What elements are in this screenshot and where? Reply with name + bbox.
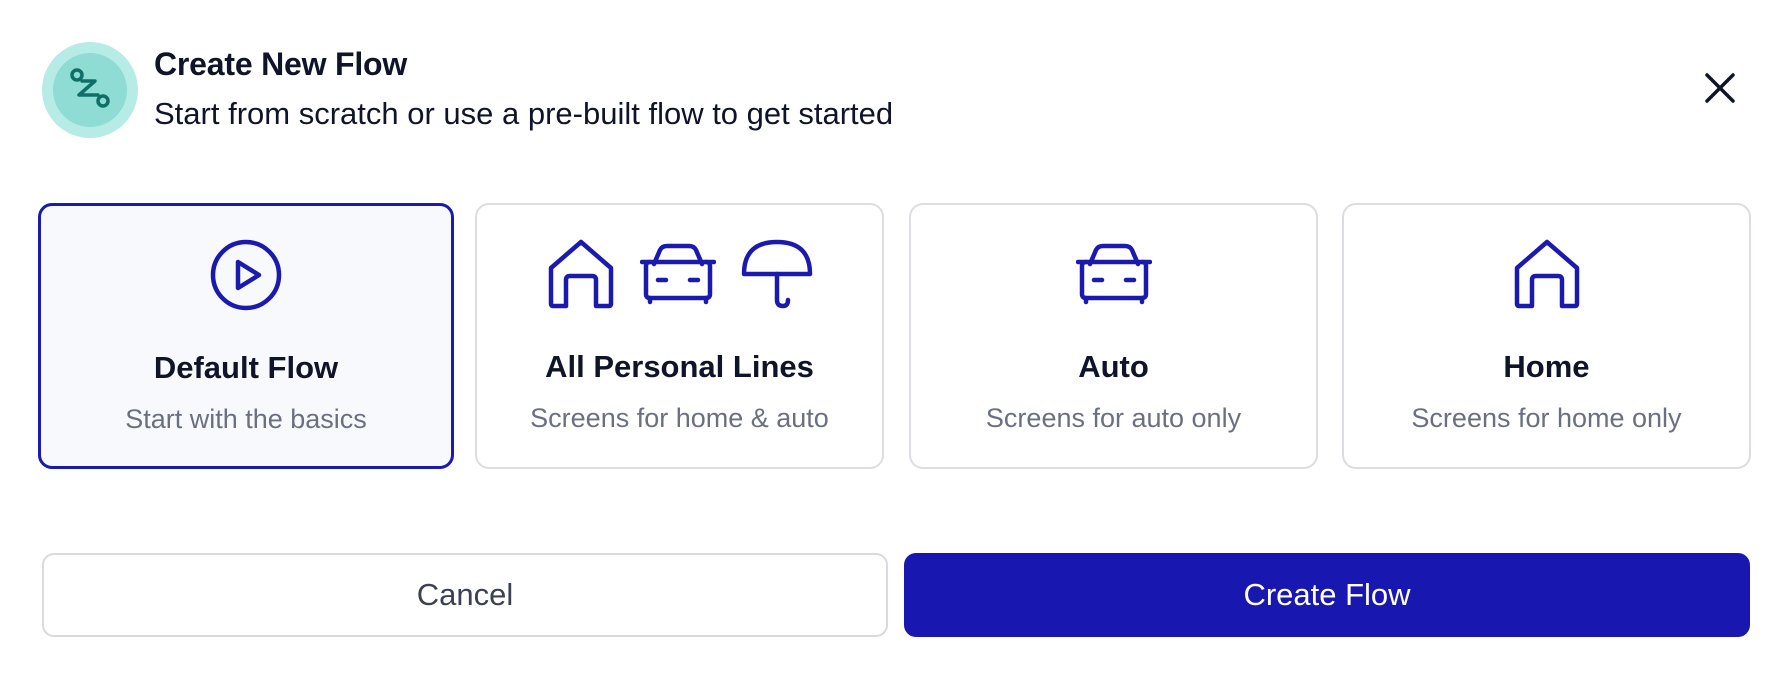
umbrella-icon [740, 238, 814, 315]
home-icon [546, 238, 616, 315]
card-description: Screens for home only [1411, 403, 1682, 433]
flow-badge [42, 42, 138, 138]
flow-card-default[interactable]: Default Flow Start with the basics [38, 203, 454, 469]
card-description: Screens for auto only [985, 403, 1242, 433]
card-title: Auto [1078, 349, 1149, 384]
close-button[interactable] [1700, 70, 1740, 110]
card-description: Screens for home & auto [530, 403, 829, 433]
car-icon [1075, 242, 1152, 311]
cancel-button[interactable]: Cancel [42, 553, 888, 637]
create-flow-button[interactable]: Create Flow [904, 553, 1750, 637]
dialog-subtitle: Start from scratch or use a pre-built fl… [154, 96, 894, 131]
card-title: Home [1503, 349, 1590, 384]
card-title: All Personal Lines [545, 349, 814, 384]
card-title: Default Flow [153, 350, 339, 385]
play-circle-icon [209, 238, 283, 317]
car-icon [639, 242, 716, 311]
route-icon [65, 63, 115, 118]
home-icon [1512, 238, 1582, 315]
card-description: Start with the basics [125, 404, 367, 434]
dialog-title: Create New Flow [154, 46, 408, 82]
flow-card-auto[interactable]: Auto Screens for auto only [909, 203, 1318, 469]
flow-card-home[interactable]: Home Screens for home only [1342, 203, 1751, 469]
create-flow-dialog: Create New Flow Start from scratch or us… [0, 0, 1782, 676]
flow-card-all-personal-lines[interactable]: All Personal Lines Screens for home & au… [475, 203, 884, 469]
close-icon [1703, 71, 1737, 110]
